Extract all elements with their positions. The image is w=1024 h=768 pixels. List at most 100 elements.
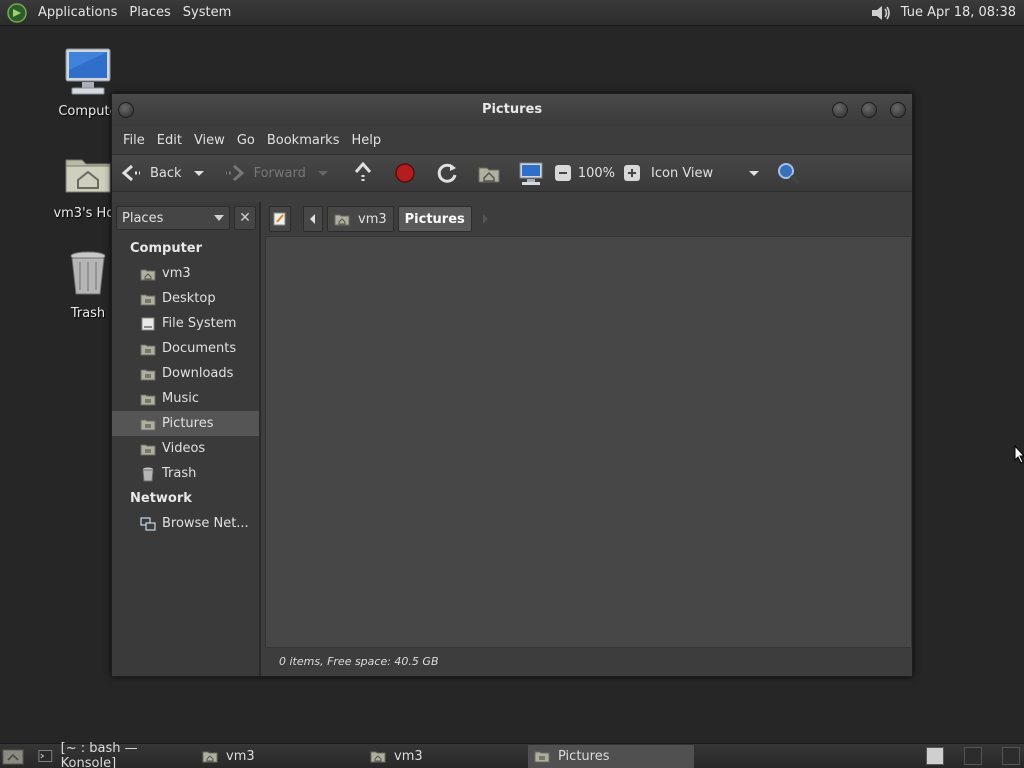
chevron-down-icon — [214, 215, 224, 221]
menu-file[interactable]: File — [117, 133, 151, 148]
taskbar-item-label: [~ : bash — Konsole] — [60, 741, 138, 768]
sidebar-item-label: Trash — [162, 466, 197, 481]
show-desktop-icon[interactable] — [2, 746, 24, 766]
menubar: File Edit View Go Bookmarks Help — [112, 126, 912, 154]
sidebar-item-browse-network[interactable]: Browse Net... — [112, 511, 259, 536]
applications-menu[interactable]: Applications — [32, 0, 123, 26]
view-mode-label: Icon View — [651, 165, 714, 181]
folder-icon — [140, 444, 156, 455]
trash-icon — [142, 467, 154, 481]
close-button[interactable] — [890, 102, 906, 118]
window-title: Pictures — [481, 102, 543, 117]
folder-icon — [140, 344, 156, 355]
workspace-1[interactable] — [926, 747, 944, 765]
pathbar-scroll-right[interactable] — [476, 206, 494, 232]
sidebar-item-label: Browse Net... — [162, 516, 249, 531]
window-menu-button[interactable] — [118, 102, 134, 118]
home-folder-icon — [65, 159, 111, 193]
clock[interactable]: Tue Apr 18, 08:38 — [897, 5, 1020, 20]
menu-help[interactable]: Help — [345, 133, 387, 148]
system-menu[interactable]: System — [177, 0, 237, 26]
file-manager-window: Pictures File Edit View Go Bookmarks Hel… — [111, 93, 913, 677]
taskbar-item-vm3[interactable]: vm3 — [196, 745, 360, 768]
sidebar-item-label: vm3 — [162, 266, 191, 281]
distro-logo-icon[interactable] — [6, 2, 28, 24]
sidebar-item-music[interactable]: Music — [112, 386, 259, 411]
taskbar-item-label: vm3 — [394, 748, 423, 764]
location-entry-toggle[interactable] — [269, 206, 291, 232]
forward-button[interactable]: Forward — [224, 158, 306, 188]
bottom-panel: [~ : bash — Konsole] vm3 vm3 Pictures — [0, 741, 1024, 768]
places-menu[interactable]: Places — [123, 0, 176, 26]
terminal-icon — [38, 750, 53, 762]
sidebar-item-documents[interactable]: Documents — [112, 336, 259, 361]
forward-history-dropdown-icon[interactable] — [312, 162, 334, 184]
places-list: Computer vm3 Desktop File System Documen… — [112, 236, 259, 536]
menu-view[interactable]: View — [188, 133, 231, 148]
chevron-right-icon — [482, 214, 488, 224]
up-arrow-icon[interactable] — [348, 158, 378, 188]
close-icon: ✕ — [239, 210, 251, 226]
edit-icon — [273, 212, 286, 226]
computer-icon[interactable] — [516, 158, 546, 188]
sidebar: Places ✕ Computer vm3 Desktop File Syste… — [112, 202, 261, 676]
home-icon[interactable] — [474, 158, 504, 188]
sidebar-item-label: Videos — [162, 441, 206, 456]
maximize-button[interactable] — [861, 102, 877, 118]
workspace-2[interactable] — [964, 747, 982, 765]
sidebar-item-trash[interactable]: Trash — [112, 461, 259, 486]
menu-go[interactable]: Go — [231, 133, 261, 148]
folder-icon — [140, 419, 156, 430]
back-history-dropdown-icon[interactable] — [188, 162, 210, 184]
sidebar-item-label: Documents — [162, 341, 237, 356]
breadcrumb-pictures[interactable]: Pictures — [397, 206, 472, 232]
reload-icon[interactable] — [432, 158, 462, 188]
zoom-in-icon[interactable] — [623, 164, 641, 182]
sidebar-item-pictures[interactable]: Pictures — [112, 411, 259, 436]
view-mode-select[interactable]: Icon View — [651, 158, 761, 188]
menu-bookmarks[interactable]: Bookmarks — [261, 133, 346, 148]
status-bar: 0 items, Free space: 40.5 GB — [265, 648, 912, 676]
breadcrumb-vm3[interactable]: vm3 — [327, 206, 394, 232]
taskbar-item-konsole[interactable]: [~ : bash — Konsole] — [32, 741, 192, 768]
sidebar-item-downloads[interactable]: Downloads — [112, 361, 259, 386]
volume-icon[interactable] — [869, 3, 893, 23]
top-panel: Applications Places System Tue Apr 18, 0… — [0, 0, 1024, 26]
pathbar-scroll-left[interactable] — [303, 206, 323, 232]
sidebar-view-select[interactable]: Places — [116, 206, 230, 230]
sidebar-item-label: Music — [162, 391, 199, 406]
zoom-out-icon[interactable] — [554, 164, 572, 182]
taskbar-item-label: Pictures — [558, 748, 610, 764]
taskbar-item-label: vm3 — [226, 748, 255, 764]
workspace-3[interactable] — [1002, 747, 1020, 765]
taskbar-item-vm3-2[interactable]: vm3 — [364, 745, 524, 768]
status-text: 0 items, Free space: 40.5 GB — [279, 655, 439, 668]
sidebar-item-videos[interactable]: Videos — [112, 436, 259, 461]
panel-tray: Tue Apr 18, 08:38 — [869, 0, 1024, 26]
sidebar-item-label: Downloads — [162, 366, 234, 381]
breadcrumb-label: vm3 — [358, 211, 387, 227]
folder-icon — [370, 751, 386, 763]
sidebar-item-file-system[interactable]: File System — [112, 311, 259, 336]
forward-arrow-icon — [225, 164, 244, 182]
zoom-level[interactable]: 100% — [578, 166, 615, 181]
sidebar-item-vm3[interactable]: vm3 — [112, 261, 259, 286]
minimize-button[interactable] — [832, 102, 848, 118]
folder-icon — [140, 369, 156, 380]
sidebar-item-label: File System — [162, 316, 237, 331]
mouse-cursor-icon — [1014, 445, 1024, 464]
menu-edit[interactable]: Edit — [151, 133, 188, 148]
section-heading-network: Network — [130, 491, 192, 506]
computer-icon — [65, 48, 111, 95]
sidebar-item-desktop[interactable]: Desktop — [112, 286, 259, 311]
back-button[interactable]: Back — [120, 158, 182, 188]
titlebar[interactable]: Pictures — [112, 94, 912, 126]
toolbar: Back Forward 100% Icon View — [112, 154, 912, 192]
stop-icon[interactable] — [390, 158, 420, 188]
home-icon — [140, 269, 156, 280]
taskbar-item-pictures[interactable]: Pictures — [528, 744, 694, 768]
file-view[interactable] — [265, 236, 912, 648]
folder-icon — [202, 751, 218, 763]
sidebar-close-button[interactable]: ✕ — [234, 206, 256, 230]
search-icon[interactable] — [775, 160, 801, 186]
